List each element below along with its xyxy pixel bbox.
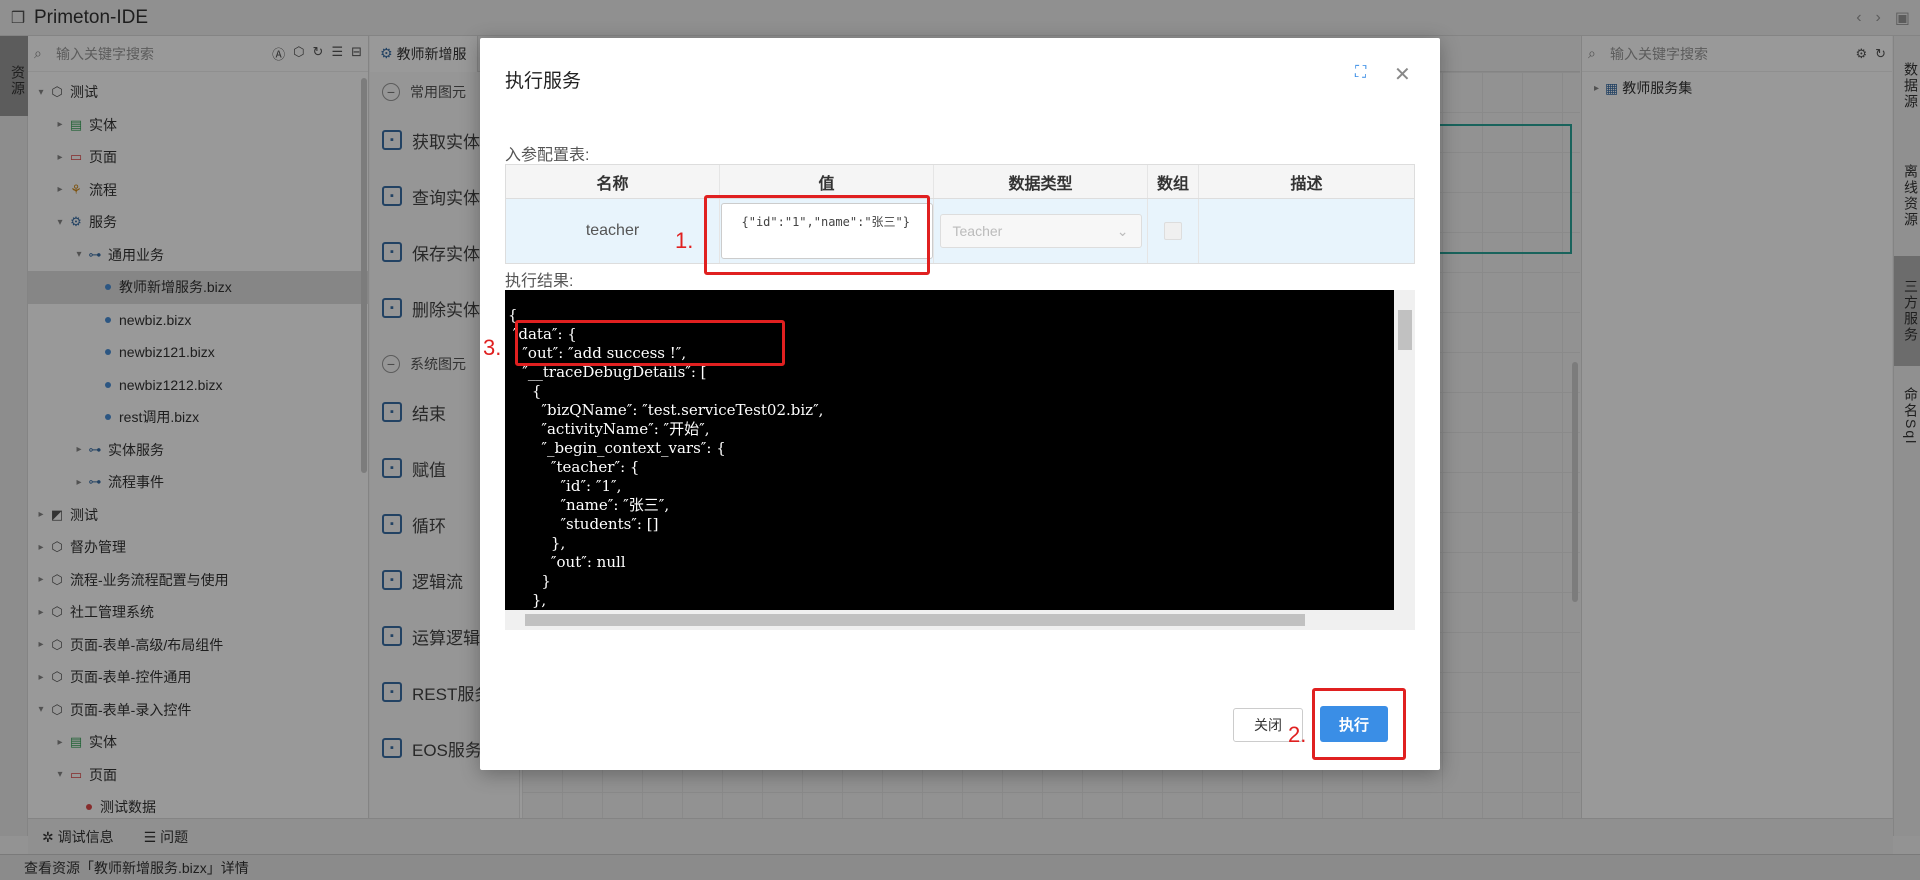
result-vscroll[interactable]: [1394, 290, 1415, 610]
array-checkbox[interactable]: [1164, 222, 1182, 240]
input-params-label: 入参配置表:: [505, 147, 590, 164]
param-type-cell: Teacher ⌄: [934, 199, 1148, 263]
result-hscroll-thumb[interactable]: [525, 614, 1305, 626]
param-type-value: Teacher: [952, 223, 1003, 239]
annotation-box-1: [704, 195, 930, 275]
params-header: 名称 值 数据类型 数组 描述: [506, 165, 1414, 199]
col-desc: 描述: [1290, 175, 1323, 193]
annotation-box-3: [515, 320, 785, 366]
param-desc: [1199, 199, 1414, 263]
annotation-label-1: 1.: [675, 228, 694, 253]
result-label: 执行结果:: [505, 273, 574, 290]
dialog-title: 执行服务: [505, 71, 582, 92]
param-type-select[interactable]: Teacher ⌄: [939, 214, 1142, 248]
col-name: 名称: [506, 165, 720, 198]
params-table: 名称 值 数据类型 数组 描述 teacher {"id":"1","name"…: [505, 164, 1415, 264]
chevron-down-icon: ⌄: [1116, 222, 1129, 239]
annotation-box-2: [1312, 688, 1406, 760]
result-vscroll-thumb[interactable]: [1398, 310, 1412, 350]
col-value: 值: [720, 165, 934, 198]
col-type: 数据类型: [934, 165, 1148, 198]
close-icon[interactable]: ✕: [1394, 62, 1411, 87]
execute-service-dialog: 执行服务 ⛶ ✕ 入参配置表: 名称 值 数据类型 数组 描述 teacher …: [480, 38, 1440, 770]
annotation-label-2: 2.: [1288, 722, 1307, 747]
param-array-cell: [1148, 199, 1199, 263]
table-row: teacher {"id":"1","name":"张三"} Teacher ⌄: [506, 199, 1414, 263]
result-hscroll[interactable]: [505, 610, 1415, 630]
annotation-label-3: 3.: [483, 335, 502, 360]
maximize-icon[interactable]: ⛶: [1355, 64, 1373, 82]
col-array: 数组: [1148, 165, 1199, 198]
